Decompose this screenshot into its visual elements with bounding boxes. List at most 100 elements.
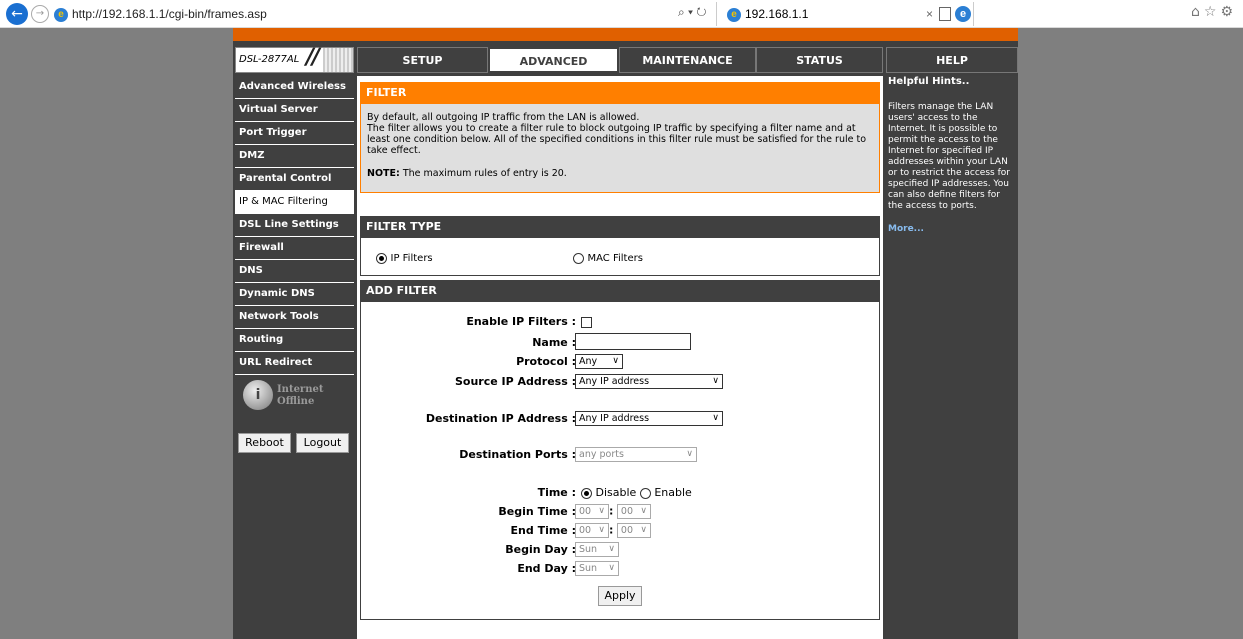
- chevron-down-icon: ∨: [608, 563, 615, 573]
- begin-day-select[interactable]: Sun ∨: [575, 542, 619, 557]
- chevron-down-icon: ∨: [612, 356, 619, 366]
- chevron-down-icon: ∨: [598, 525, 605, 535]
- sidebar-item-url-redirect[interactable]: URL Redirect: [235, 352, 354, 375]
- mac-filters-option[interactable]: MAC Filters: [573, 251, 643, 264]
- logout-button[interactable]: Logout: [296, 433, 349, 453]
- sidebar-item-dns[interactable]: DNS: [235, 260, 354, 283]
- protocol-dropdown[interactable]: Any ∨: [575, 354, 623, 369]
- reboot-button[interactable]: Reboot: [238, 433, 291, 453]
- enable-ip-filters-label: Enable IP Filters :: [466, 315, 576, 328]
- logo-stripes: [323, 48, 353, 72]
- favorites-star-icon[interactable]: ☆: [1204, 4, 1221, 20]
- sidebar-item-port-trigger[interactable]: Port Trigger: [235, 122, 354, 145]
- sidebar-item-advanced-wireless[interactable]: Advanced Wireless: [235, 76, 354, 99]
- close-tab-icon[interactable]: ×: [926, 2, 933, 26]
- back-arrow-icon[interactable]: ←: [6, 3, 28, 25]
- source-ip-select[interactable]: Any IP address ∨: [575, 374, 723, 389]
- browser-toolbar: ← → e http://192.168.1.1/cgi-bin/frames.a…: [0, 0, 1243, 28]
- settings-gear-icon[interactable]: ⚙: [1220, 4, 1237, 20]
- end-day-dropdown[interactable]: Sun ∨: [575, 561, 619, 576]
- dest-ports-select[interactable]: any ports ∨: [575, 447, 697, 462]
- name-field[interactable]: [575, 333, 691, 350]
- mac-filters-radio[interactable]: [573, 252, 584, 264]
- dest-ip-label: Destination IP Address :: [425, 412, 576, 425]
- mac-filters-label: MAC Filters: [587, 253, 643, 264]
- dest-ip-select[interactable]: Any IP address ∨: [575, 411, 723, 426]
- top-accent-bar: [233, 28, 1018, 41]
- begin-hour-value: 00: [579, 506, 592, 517]
- sidebar-item-firewall[interactable]: Firewall: [235, 237, 354, 260]
- protocol-label: Protocol :: [516, 355, 576, 368]
- begin-time-selects: 00 ∨: 00 ∨: [575, 504, 651, 519]
- internet-status-icon: i: [243, 380, 273, 410]
- begin-hour-select[interactable]: 00 ∨: [575, 504, 609, 519]
- tab-status[interactable]: STATUS: [756, 47, 883, 73]
- begin-day-label: Begin Day :: [505, 543, 576, 556]
- tab-title: 192.168.1.1: [745, 7, 809, 21]
- logo-slashes-icon: //: [306, 45, 320, 70]
- more-link[interactable]: More...: [888, 224, 1016, 235]
- note-text: The maximum rules of entry is 20.: [399, 168, 567, 179]
- ip-filters-radio[interactable]: [376, 252, 387, 264]
- status-line-2: Offline: [277, 396, 315, 407]
- protocol-select[interactable]: Any ∨: [575, 354, 623, 369]
- dest-ip-dropdown[interactable]: Any IP address ∨: [575, 411, 723, 426]
- tab-setup[interactable]: SETUP: [357, 47, 488, 73]
- home-icon[interactable]: ⌂: [1191, 4, 1204, 20]
- sidebar-item-parental-control[interactable]: Parental Control: [235, 168, 354, 191]
- new-tab-icon[interactable]: [939, 7, 951, 21]
- add-filter-title: ADD FILTER: [360, 280, 880, 302]
- filter-type-title: FILTER TYPE: [360, 216, 880, 238]
- ip-filters-label: IP Filters: [390, 253, 433, 264]
- end-hour-select[interactable]: 00 ∨: [575, 523, 609, 538]
- end-minute-select[interactable]: 00 ∨: [616, 523, 651, 538]
- browser-action-icons[interactable]: ⌂☆⚙: [1191, 4, 1237, 20]
- dest-ports-label: Destination Ports :: [459, 448, 576, 461]
- filter-section: FILTER By default, all outgoing IP traff…: [360, 82, 880, 193]
- sidebar-item-network-tools[interactable]: Network Tools: [235, 306, 354, 329]
- router-page: DSL-2877AL // SETUP ADVANCED MAINTENANCE…: [0, 28, 1243, 639]
- sidebar-item-dsl-line-settings[interactable]: DSL Line Settings: [235, 214, 354, 237]
- edge-icon[interactable]: e: [955, 6, 971, 22]
- sidebar-item-ip-mac-filtering[interactable]: IP & MAC Filtering: [235, 191, 354, 214]
- filter-type-body: IP Filters MAC Filters: [360, 238, 880, 276]
- enable-ip-filters-checkbox[interactable]: [581, 315, 592, 328]
- model-name: DSL-2877AL: [239, 54, 300, 65]
- end-minute-value: 00: [620, 525, 633, 536]
- model-logo: DSL-2877AL //: [235, 45, 354, 73]
- browser-tab[interactable]: e 192.168.1.1 × e: [716, 2, 974, 26]
- chevron-down-icon: ∨: [712, 376, 719, 386]
- begin-day-dropdown[interactable]: Sun ∨: [575, 542, 619, 557]
- end-day-select[interactable]: Sun ∨: [575, 561, 619, 576]
- sidebar-item-dynamic-dns[interactable]: Dynamic DNS: [235, 283, 354, 306]
- filter-type-section: FILTER TYPE IP Filters MAC Filters: [360, 216, 880, 276]
- ie-page-icon: e: [54, 7, 68, 22]
- end-time-label: End Time :: [510, 524, 576, 537]
- ip-filters-option[interactable]: IP Filters: [376, 251, 433, 264]
- sidebar-item-routing[interactable]: Routing: [235, 329, 354, 352]
- begin-minute-select[interactable]: 00 ∨: [616, 504, 651, 519]
- address-url: http://192.168.1.1/cgi-bin/frames.asp: [72, 7, 267, 21]
- enable-checkbox-box[interactable]: [581, 316, 592, 328]
- hints-text: Filters manage the LAN users' access to …: [888, 102, 1010, 211]
- forward-arrow-icon[interactable]: →: [31, 5, 49, 23]
- tab-advanced[interactable]: ADVANCED: [488, 47, 619, 73]
- sidebar-item-dmz[interactable]: DMZ: [235, 145, 354, 168]
- sidebar-item-virtual-server[interactable]: Virtual Server: [235, 99, 354, 122]
- tab-help[interactable]: HELP: [886, 47, 1018, 73]
- time-enable-radio[interactable]: [639, 487, 651, 499]
- chevron-down-icon: ∨: [712, 413, 719, 423]
- router-frame: DSL-2877AL // SETUP ADVANCED MAINTENANCE…: [233, 28, 1018, 639]
- address-bar[interactable]: e http://192.168.1.1/cgi-bin/frames.asp: [54, 4, 674, 24]
- source-ip-dropdown[interactable]: Any IP address ∨: [575, 374, 723, 389]
- tab-maintenance[interactable]: MAINTENANCE: [619, 47, 756, 73]
- source-ip-value: Any IP address: [579, 376, 650, 387]
- time-disable-radio[interactable]: [581, 487, 592, 499]
- dest-ports-dropdown[interactable]: any ports ∨: [575, 447, 697, 462]
- main-content: FILTER By default, all outgoing IP traff…: [357, 76, 883, 639]
- filter-text-2: The filter allows you to create a filter…: [367, 123, 867, 156]
- apply-button[interactable]: Apply: [598, 586, 642, 606]
- name-input[interactable]: [575, 333, 691, 353]
- search-refresh-controls[interactable]: ⌕ ▾ ↻: [678, 5, 707, 20]
- end-day-value: Sun: [579, 563, 598, 574]
